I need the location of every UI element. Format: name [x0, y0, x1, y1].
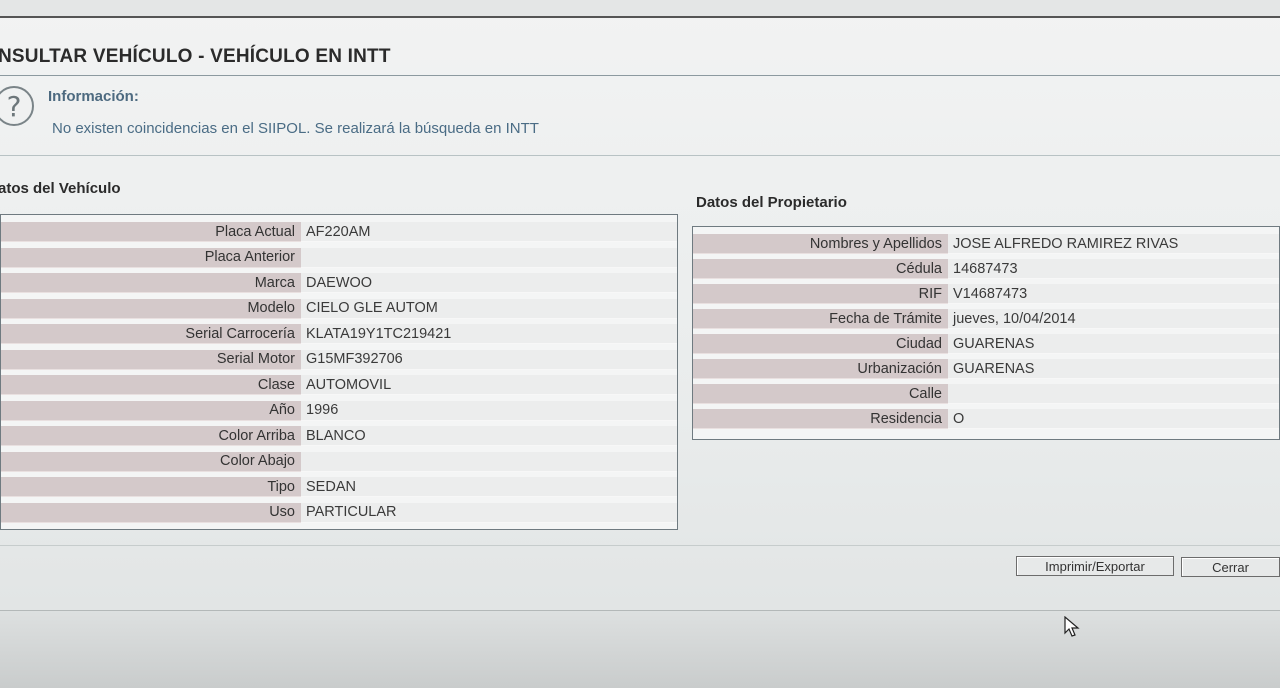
vehicle-field-label: Serial Motor	[1, 349, 301, 370]
info-heading: Información:	[48, 88, 139, 105]
owner-field-label: Ciudad	[693, 334, 948, 354]
vehicle-field-label: Tipo	[1, 477, 301, 497]
vehicle-field-value: CIELO GLE AUTOM	[301, 298, 677, 319]
owner-field-value: O	[948, 409, 1279, 429]
question-icon: ?	[0, 86, 34, 126]
vehicle-field-row: Uso PARTICULAR	[1, 502, 677, 524]
vehicle-field-value	[301, 247, 677, 268]
owner-field-row: Calle	[693, 383, 1279, 405]
vehicle-field-row: Placa Actual AF220AM	[1, 221, 677, 243]
owner-field-row: Residencia O	[693, 408, 1279, 430]
owner-field-label: Calle	[693, 384, 948, 404]
vehicle-field-row: Color Abajo	[1, 451, 677, 473]
vehicle-field-value: G15MF392706	[301, 349, 677, 370]
owner-field-value	[948, 384, 1279, 404]
vehicle-field-label: Placa Anterior	[1, 247, 301, 268]
owner-field-value: GUARENAS	[948, 334, 1279, 354]
vehicle-field-label: Marca	[1, 273, 301, 293]
window-bottom-band	[0, 610, 1280, 688]
vehicle-field-value: SEDAN	[301, 477, 677, 497]
vehicle-field-row: Placa Anterior	[1, 247, 677, 269]
owner-field-label: Cédula	[693, 259, 948, 279]
owner-field-value: 14687473	[948, 259, 1279, 279]
vehicle-section-title: atos del Vehículo	[0, 180, 121, 197]
mouse-cursor-icon	[1064, 616, 1080, 637]
owner-field-label: Residencia	[693, 409, 948, 429]
vehicle-field-value: PARTICULAR	[301, 502, 677, 523]
owner-field-row: Ciudad GUARENAS	[693, 333, 1279, 355]
vehicle-field-label: Color Abajo	[1, 451, 301, 472]
vehicle-field-row: Color Arriba BLANCO	[1, 425, 677, 447]
vehicle-field-label: Color Arriba	[1, 426, 301, 446]
vehicle-field-row: Clase AUTOMOVIL	[1, 374, 677, 396]
window-top-edge	[0, 0, 1280, 18]
vehicle-data-panel: Placa Actual AF220AM Placa Anterior Marca DA…	[0, 214, 678, 530]
owner-field-row: Cédula 14687473	[693, 258, 1279, 280]
vehicle-field-label: Modelo	[1, 298, 301, 319]
title-bar: NSULTAR VEHÍCULO - VEHÍCULO EN INTT	[0, 36, 1280, 76]
owner-field-value: JOSE ALFREDO RAMIREZ RIVAS	[948, 234, 1279, 254]
info-message: No existen coincidencias en el SIIPOL. S…	[52, 120, 539, 137]
info-box: ? Información: No existen coincidencias …	[0, 80, 1280, 156]
owner-field-row: RIF V14687473	[693, 283, 1279, 305]
owner-field-label: RIF	[693, 284, 948, 304]
vehicle-field-label: Clase	[1, 375, 301, 395]
vehicle-field-value: BLANCO	[301, 426, 677, 446]
owner-field-row: Fecha de Trámite jueves, 10/04/2014	[693, 308, 1279, 330]
vehicle-field-row: Serial Carrocería KLATA19Y1TC219421	[1, 323, 677, 345]
vehicle-field-row: Serial Motor G15MF392706	[1, 349, 677, 371]
vehicle-field-row: Marca DAEWOO	[1, 272, 677, 294]
page-title: NSULTAR VEHÍCULO - VEHÍCULO EN INTT	[0, 46, 391, 67]
vehicle-field-row: Modelo CIELO GLE AUTOM	[1, 298, 677, 320]
vehicle-field-label: Uso	[1, 502, 301, 523]
vehicle-field-value: DAEWOO	[301, 273, 677, 293]
owner-field-row: Nombres y Apellidos JOSE ALFREDO RAMIREZ …	[693, 233, 1279, 255]
vehicle-field-value: 1996	[301, 400, 677, 421]
owner-field-value: GUARENAS	[948, 359, 1279, 379]
owner-field-value: jueves, 10/04/2014	[948, 309, 1279, 329]
owner-field-value: V14687473	[948, 284, 1279, 304]
vehicle-field-value: AF220AM	[301, 222, 677, 242]
owner-field-row: Urbanización GUARENAS	[693, 358, 1279, 380]
vehicle-field-label: Placa Actual	[1, 222, 301, 242]
vehicle-field-label: Año	[1, 400, 301, 421]
screen: NSULTAR VEHÍCULO - VEHÍCULO EN INTT ? In…	[0, 0, 1280, 688]
vehicle-field-label: Serial Carrocería	[1, 324, 301, 344]
footer-divider	[0, 545, 1280, 546]
owner-field-label: Fecha de Trámite	[693, 309, 948, 329]
vehicle-field-row: Año 1996	[1, 400, 677, 422]
vehicle-field-value: KLATA19Y1TC219421	[301, 324, 677, 344]
owner-field-label: Urbanización	[693, 359, 948, 379]
vehicle-field-value	[301, 451, 677, 472]
owner-field-label: Nombres y Apellidos	[693, 234, 948, 254]
close-button[interactable]: Cerrar	[1181, 557, 1280, 577]
vehicle-field-value: AUTOMOVIL	[301, 375, 677, 395]
owner-section-title: Datos del Propietario	[696, 194, 847, 211]
vehicle-field-row: Tipo SEDAN	[1, 476, 677, 498]
print-export-button[interactable]: Imprimir/Exportar	[1016, 556, 1174, 576]
owner-data-panel: Nombres y Apellidos JOSE ALFREDO RAMIREZ …	[692, 226, 1280, 440]
